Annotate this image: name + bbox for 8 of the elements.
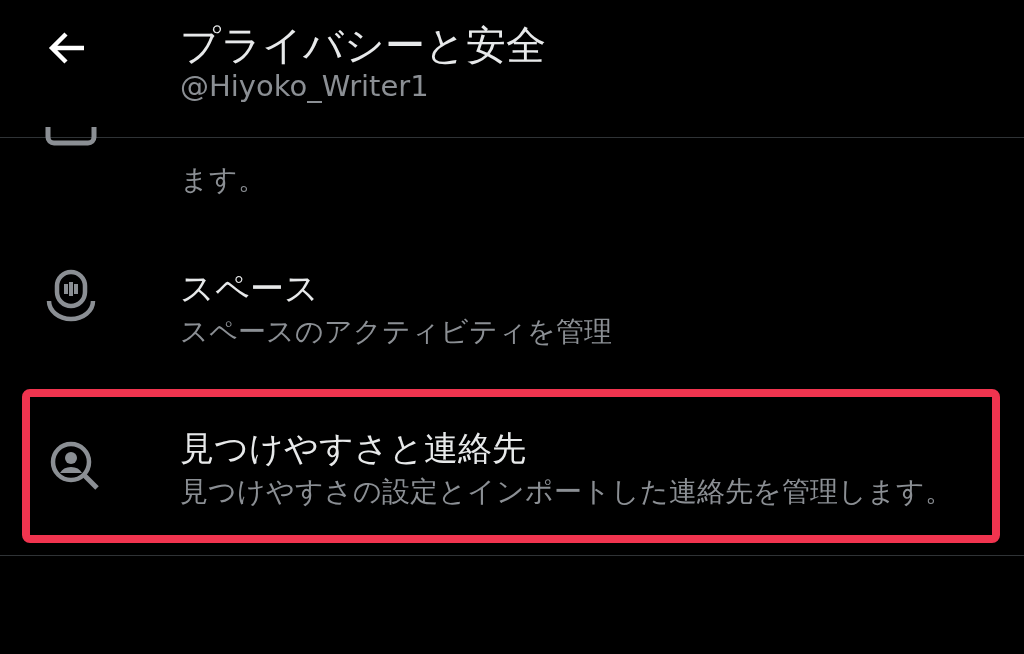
setting-title[interactable]: 見つけやすさと連絡先: [180, 424, 953, 473]
setting-title[interactable]: スペース: [180, 264, 612, 313]
page-title: プライバシーと安全: [180, 22, 546, 68]
account-handle: @Hiyoko_Writer1: [180, 68, 430, 105]
setting-description: ます。: [180, 162, 266, 198]
microphone-icon: [44, 268, 98, 323]
setting-description: 見つけやすさの設定とインポートした連絡先を管理します。: [180, 474, 953, 511]
setting-description: スペースのアクティビティを管理: [180, 314, 612, 351]
